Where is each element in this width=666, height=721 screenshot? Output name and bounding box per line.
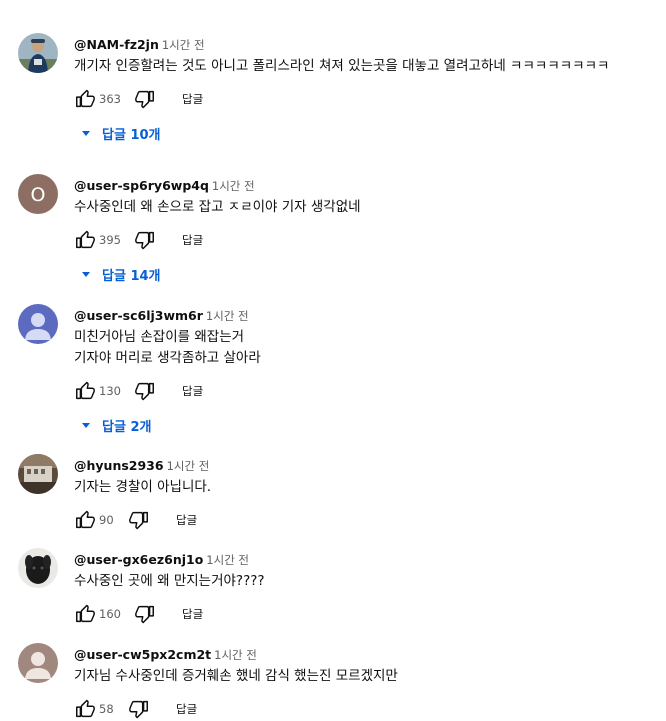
comment-time[interactable]: 1시간 전 bbox=[206, 553, 249, 567]
like-icon[interactable] bbox=[74, 603, 96, 625]
comment-text-line: 기자님 수사중인데 증거훼손 했네 감식 했는진 모르겠지만 bbox=[74, 668, 398, 684]
comment-body: @NAM-fz2jn 1시간 전 개기자 인증할려는 것도 아니고 폴리스라인 쳐… bbox=[74, 35, 666, 144]
caret-down-icon bbox=[80, 419, 92, 431]
like-count: 130 bbox=[99, 384, 121, 398]
comment-text-line: 기자야 머리로 생각좀하고 살아라 bbox=[74, 350, 261, 366]
comment-text: 미친거아님 손잡이를 왜잡는거 기자야 머리로 생각좀하고 살아라 bbox=[74, 327, 666, 369]
avatar-photo-icon bbox=[18, 548, 58, 588]
comment-body: @user-sp6ry6wp4q 1시간 전 수사중인데 왜 손으로 잡고 ㅈㄹ이… bbox=[74, 176, 666, 285]
comment-body: @user-gx6ez6nj1o 1시간 전 수사중인 곳에 왜 만지는거야???… bbox=[74, 550, 666, 625]
comment-text-line: 수사중인 곳에 왜 만지는거야???? bbox=[74, 573, 265, 589]
comment-author[interactable]: @user-cw5px2cm2t bbox=[74, 647, 211, 662]
comment-author[interactable]: @user-sp6ry6wp4q bbox=[74, 178, 209, 193]
like-count: 395 bbox=[99, 233, 121, 247]
like-icon[interactable] bbox=[74, 229, 96, 251]
comment-text: 기자는 경찰이 아닙니다. bbox=[74, 477, 666, 498]
reply-button[interactable]: 답글 bbox=[182, 232, 203, 248]
replies-count-label: 답글 14개 bbox=[102, 268, 161, 284]
view-replies-button[interactable]: 답글 2개 bbox=[80, 414, 666, 436]
dislike-icon[interactable] bbox=[134, 229, 156, 251]
comment-header: @user-gx6ez6nj1o 1시간 전 bbox=[74, 550, 666, 568]
like-count: 160 bbox=[99, 607, 121, 621]
reply-button[interactable]: 답글 bbox=[176, 512, 197, 528]
avatar-photo-icon bbox=[18, 454, 58, 494]
like-icon[interactable] bbox=[74, 509, 96, 531]
like-count: 90 bbox=[99, 513, 114, 527]
avatar[interactable]: O bbox=[18, 174, 58, 214]
comment-actions: 90 답글 bbox=[74, 509, 666, 531]
comment-body: @user-cw5px2cm2t 1시간 전 기자님 수사중인데 증거훼손 했네 … bbox=[74, 645, 666, 720]
like-icon[interactable] bbox=[74, 698, 96, 720]
dislike-icon[interactable] bbox=[134, 380, 156, 402]
avatar[interactable] bbox=[18, 548, 58, 588]
replies-count-label: 답글 10개 bbox=[102, 127, 161, 143]
dislike-icon[interactable] bbox=[134, 603, 156, 625]
avatar[interactable] bbox=[18, 643, 58, 683]
comment-actions: 363 답글 bbox=[74, 88, 666, 110]
reply-button[interactable]: 답글 bbox=[176, 701, 197, 717]
comment-text-line: 미친거아님 손잡이를 왜잡는거 bbox=[74, 329, 245, 345]
comment-text-line: 수사중인데 왜 손으로 잡고 ㅈㄹ이야 기자 생각없네 bbox=[74, 199, 361, 215]
caret-down-icon bbox=[80, 127, 92, 139]
comment-header: @NAM-fz2jn 1시간 전 bbox=[74, 35, 666, 53]
avatar[interactable] bbox=[18, 33, 58, 73]
avatar-photo-icon bbox=[18, 33, 58, 73]
view-replies-button[interactable]: 답글 10개 bbox=[80, 122, 666, 144]
reply-button[interactable]: 답글 bbox=[182, 383, 203, 399]
like-count: 58 bbox=[99, 702, 114, 716]
default-avatar-icon bbox=[18, 643, 58, 683]
reply-button[interactable]: 답글 bbox=[182, 91, 203, 107]
comment-header: @user-sp6ry6wp4q 1시간 전 bbox=[74, 176, 666, 194]
comment-actions: 160 답글 bbox=[74, 603, 666, 625]
comment-text: 기자님 수사중인데 증거훼손 했네 감식 했는진 모르겠지만 bbox=[74, 666, 666, 687]
comment-body: @user-sc6lj3wm6r 1시간 전 미친거아님 손잡이를 왜잡는거 기자… bbox=[74, 306, 666, 436]
avatar[interactable] bbox=[18, 454, 58, 494]
comment-text: 개기자 인증할려는 것도 아니고 폴리스라인 쳐져 있는곳을 대놓고 열려고하네… bbox=[74, 56, 666, 77]
dislike-icon[interactable] bbox=[128, 698, 150, 720]
comment-time[interactable]: 1시간 전 bbox=[167, 459, 210, 473]
replies-count-label: 답글 2개 bbox=[102, 419, 152, 435]
like-icon[interactable] bbox=[74, 88, 96, 110]
comment-author[interactable]: @NAM-fz2jn bbox=[74, 37, 159, 52]
comment-time[interactable]: 1시간 전 bbox=[212, 179, 255, 193]
caret-down-icon bbox=[80, 268, 92, 280]
avatar-letter-icon: O bbox=[18, 174, 58, 214]
comment-body: @hyuns2936 1시간 전 기자는 경찰이 아닙니다. 90 답글 bbox=[74, 456, 666, 531]
default-avatar-icon bbox=[18, 304, 58, 344]
comment-text-line: 개기자 인증할려는 것도 아니고 폴리스라인 쳐져 있는곳을 대놓고 열려고하네… bbox=[74, 58, 610, 74]
avatar-letter: O bbox=[31, 184, 46, 206]
comment-actions: 130 답글 bbox=[74, 380, 666, 402]
comment-author[interactable]: @user-gx6ez6nj1o bbox=[74, 552, 203, 567]
comment-time[interactable]: 1시간 전 bbox=[206, 309, 249, 323]
avatar[interactable] bbox=[18, 304, 58, 344]
dislike-icon[interactable] bbox=[128, 509, 150, 531]
view-replies-button[interactable]: 답글 14개 bbox=[80, 263, 666, 285]
like-count: 363 bbox=[99, 92, 121, 106]
comment-author[interactable]: @user-sc6lj3wm6r bbox=[74, 308, 203, 323]
reply-button[interactable]: 답글 bbox=[182, 606, 203, 622]
dislike-icon[interactable] bbox=[134, 88, 156, 110]
like-icon[interactable] bbox=[74, 380, 96, 402]
comment-header: @user-cw5px2cm2t 1시간 전 bbox=[74, 645, 666, 663]
comment-time[interactable]: 1시간 전 bbox=[214, 648, 257, 662]
comment-header: @user-sc6lj3wm6r 1시간 전 bbox=[74, 306, 666, 324]
comment-actions: 58 답글 bbox=[74, 698, 666, 720]
comment-header: @hyuns2936 1시간 전 bbox=[74, 456, 666, 474]
comment-text-line: 기자는 경찰이 아닙니다. bbox=[74, 479, 212, 495]
comment-actions: 395 답글 bbox=[74, 229, 666, 251]
comment-text: 수사중인데 왜 손으로 잡고 ㅈㄹ이야 기자 생각없네 bbox=[74, 197, 666, 218]
comment-time[interactable]: 1시간 전 bbox=[162, 38, 205, 52]
comment-author[interactable]: @hyuns2936 bbox=[74, 458, 164, 473]
comment-text: 수사중인 곳에 왜 만지는거야???? bbox=[74, 571, 666, 592]
